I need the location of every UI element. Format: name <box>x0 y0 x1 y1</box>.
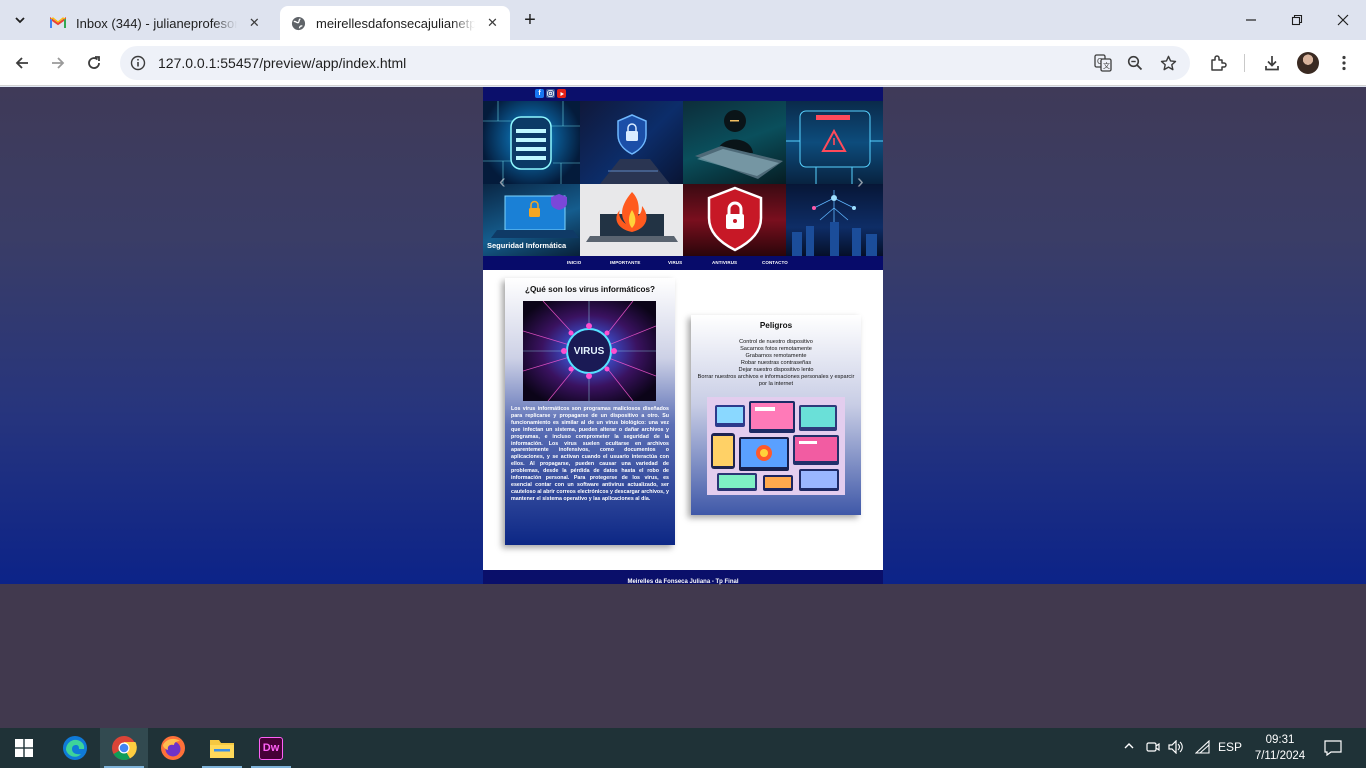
chevron-down-icon <box>15 17 25 24</box>
facebook-icon[interactable]: f <box>535 89 544 98</box>
page-viewport: f ‹ › Seguridad Informática INICIO IMPOR… <box>0 87 1366 728</box>
reload-icon <box>88 56 100 69</box>
banner-carousel: ‹ › Seguridad Informática <box>483 101 883 256</box>
download-icon[interactable] <box>1260 51 1284 75</box>
new-tab-button[interactable]: + <box>518 8 542 32</box>
clock-date: 7/11/2024 <box>1254 750 1306 762</box>
list-item: Grabarnos remotamente <box>745 353 807 359</box>
nav-item-inicio[interactable]: INICIO <box>567 260 581 265</box>
arrow-left-icon <box>15 57 28 69</box>
browser-toolbar: 127.0.0.1:55457/preview/app/index.html G… <box>0 40 1366 86</box>
firefox-icon[interactable] <box>149 728 197 768</box>
profile-avatar[interactable] <box>1297 52 1319 74</box>
instagram-icon[interactable] <box>546 89 555 98</box>
virus-image-label: VIRUS <box>574 346 605 357</box>
chrome-icon[interactable] <box>100 728 148 768</box>
list-item: Sacarnos fotos remotamente <box>740 346 812 352</box>
address-bar[interactable]: 127.0.0.1:55457/preview/app/index.html G… <box>120 46 1190 80</box>
banner-caption: Seguridad Informática <box>487 241 567 250</box>
volume-icon[interactable] <box>1167 740 1185 754</box>
svg-text:文: 文 <box>1103 61 1110 70</box>
hacker-laptop-illustration <box>683 101 786 184</box>
back-button[interactable] <box>10 51 34 75</box>
nav-item-contacto[interactable]: CONTACTO <box>762 260 788 265</box>
minimize-button[interactable] <box>1228 0 1274 40</box>
virus-image: VIRUS <box>523 301 656 401</box>
more-menu-icon[interactable] <box>1332 51 1356 75</box>
close-icon <box>1337 14 1349 26</box>
start-button[interactable] <box>0 728 48 768</box>
server-illustration <box>483 101 580 184</box>
laptop-fire-illustration <box>580 184 683 256</box>
system-clock[interactable]: 09:31 7/11/2024 <box>1248 732 1312 764</box>
tab-inbox[interactable]: Inbox (344) - julianeprofesorado ✕ <box>40 6 272 40</box>
reload-button[interactable] <box>82 51 106 75</box>
list-item: Borrar nuestros archivos e informaciones… <box>697 374 855 387</box>
site-footer: Meirelles da Fonseca Juliana - Tp Final <box>483 570 883 585</box>
main-content: ¿Qué son los virus informáticos? VIRUS L… <box>483 270 883 570</box>
bookmark-star-icon[interactable] <box>1158 53 1178 73</box>
footer-text: Meirelles da Fonseca Juliana - Tp Final <box>627 579 739 585</box>
youtube-icon[interactable] <box>557 89 566 98</box>
restore-icon <box>1291 14 1303 26</box>
dangers-list: Control de nuestro dispositivo Sacarnos … <box>697 339 855 388</box>
gmail-icon <box>50 15 66 31</box>
tab-search-button[interactable] <box>6 7 34 33</box>
carousel-prev-arrow[interactable]: ‹ <box>499 171 506 194</box>
close-icon[interactable]: ✕ <box>247 15 262 31</box>
url-text[interactable]: 127.0.0.1:55457/preview/app/index.html <box>158 55 406 71</box>
virus-info-card: ¿Qué son los virus informáticos? VIRUS L… <box>505 278 675 545</box>
camera-mic-icon[interactable] <box>1144 740 1162 754</box>
list-item: Robar nuestras contraseñas <box>740 360 812 366</box>
dangers-card: Peligros Control de nuestro dispositivo … <box>691 315 861 515</box>
dreamweaver-label: Dw <box>262 742 280 754</box>
extensions-icon[interactable] <box>1206 51 1230 75</box>
red-shield-lock-illustration <box>683 184 786 256</box>
website: f ‹ › Seguridad Informática INICIO IMPOR… <box>483 87 883 585</box>
chevron-up-icon[interactable] <box>1120 740 1138 752</box>
list-item: Control de nuestro dispositivo <box>739 339 813 345</box>
social-bar: f <box>483 87 883 101</box>
globe-icon <box>290 15 306 31</box>
windows-taskbar: Dw ESP 09:31 7/11/2024 <box>0 728 1366 768</box>
language-indicator[interactable]: ESP <box>1216 740 1244 754</box>
restore-button[interactable] <box>1274 0 1320 40</box>
card-title: Peligros <box>759 321 793 330</box>
site-info-icon[interactable] <box>128 53 148 73</box>
dreamweaver-icon[interactable]: Dw <box>247 728 295 768</box>
card-title: ¿Qué son los virus informáticos? <box>524 285 656 294</box>
site-nav-menu: INICIO IMPORTANTE VIRUS ANTIVIRUS CONTAC… <box>483 256 883 270</box>
toolbar-divider <box>1244 54 1245 72</box>
windows-logo-icon <box>15 739 33 757</box>
close-window-button[interactable] <box>1320 0 1366 40</box>
file-explorer-icon[interactable] <box>198 728 246 768</box>
nav-item-importante[interactable]: IMPORTANTE <box>610 260 640 265</box>
list-item: Dejar nuestro dispositivo lento <box>738 367 814 373</box>
minimize-icon <box>1246 19 1256 21</box>
notifications-icon[interactable] <box>1322 740 1344 756</box>
tab-title: Inbox (344) - julianeprofesorado <box>76 15 237 31</box>
clock-time: 09:31 <box>1265 734 1295 746</box>
forward-button[interactable] <box>46 51 70 75</box>
shield-lock-illustration <box>580 101 683 184</box>
network-icon[interactable] <box>1193 740 1211 754</box>
arrow-right-icon <box>52 57 65 69</box>
zoom-icon[interactable] <box>1125 53 1145 73</box>
tab-active-page[interactable]: meirellesdafonsecajulianetpfinal ✕ <box>280 6 510 40</box>
carousel-next-arrow[interactable]: › <box>857 171 864 194</box>
alert-warning-illustration <box>786 101 883 184</box>
translate-icon[interactable]: G文 <box>1093 53 1113 73</box>
edge-icon[interactable] <box>51 728 99 768</box>
devices-image <box>707 397 845 495</box>
tab-title: meirellesdafonsecajulianetpfinal <box>316 15 475 31</box>
close-icon[interactable]: ✕ <box>485 15 500 31</box>
network-city-illustration <box>786 184 883 256</box>
browser-tab-bar: Inbox (344) - julianeprofesorado ✕ meire… <box>0 0 1366 40</box>
virus-description: Los virus informáticos son programas mal… <box>511 406 669 502</box>
nav-item-virus[interactable]: VIRUS <box>668 260 682 265</box>
nav-item-antivirus[interactable]: ANTIVIRUS <box>712 260 737 265</box>
